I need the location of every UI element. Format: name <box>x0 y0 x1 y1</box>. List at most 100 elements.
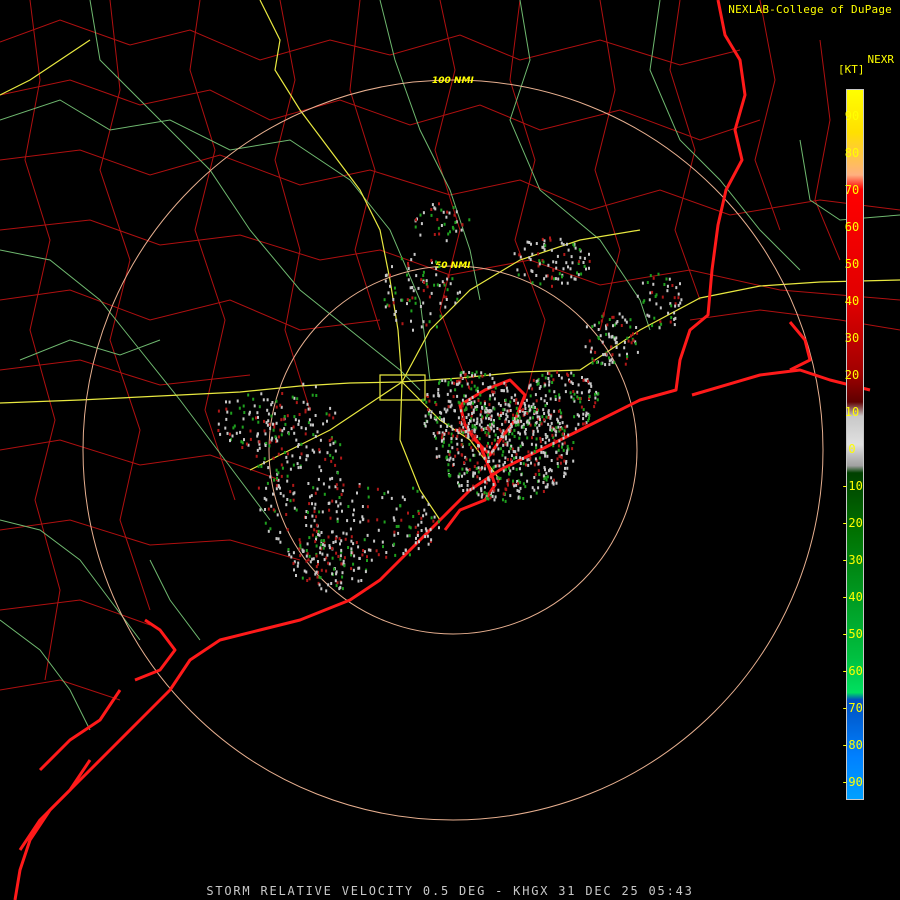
echo-gate <box>339 554 342 558</box>
echo-gate <box>677 296 680 300</box>
echo-gate <box>423 508 426 512</box>
echo-gate <box>565 461 567 465</box>
echo-gate <box>383 492 386 496</box>
echo-gate <box>548 372 551 376</box>
echo-gate <box>496 412 499 416</box>
echo-gate <box>529 394 532 398</box>
echo-gate <box>555 260 558 264</box>
echo-gate <box>224 426 227 430</box>
echo-gate <box>515 420 518 424</box>
echo-gate <box>468 371 471 374</box>
echo-gate <box>560 241 563 245</box>
echo-gate <box>474 373 477 377</box>
echo-gate <box>476 389 479 393</box>
echo-gate <box>572 441 575 444</box>
echo-gate <box>572 243 575 246</box>
echo-gate <box>444 379 447 383</box>
echo-gate <box>296 462 299 466</box>
echo-gate <box>478 444 480 448</box>
echo-gate <box>397 524 400 528</box>
echo-gate <box>497 436 500 440</box>
echo-gate <box>426 420 429 424</box>
echo-gate <box>383 298 386 302</box>
echo-gate <box>447 469 450 473</box>
echo-gate <box>456 379 458 383</box>
echo-gate <box>506 443 509 447</box>
echo-gate <box>529 408 532 412</box>
echo-gate <box>267 466 270 470</box>
echo-gate <box>367 495 370 499</box>
echo-gate <box>320 539 323 543</box>
echo-gate <box>504 398 507 402</box>
echo-gate <box>422 301 425 305</box>
echo-gate <box>530 442 533 446</box>
echo-gate <box>554 277 557 281</box>
echo-gate <box>574 277 577 281</box>
echo-gate <box>438 284 441 288</box>
echo-gate <box>361 515 364 519</box>
echo-gate <box>440 418 443 422</box>
echo-gate <box>501 453 504 457</box>
echo-gate <box>588 259 591 263</box>
echo-gate <box>515 456 518 460</box>
echo-gate <box>536 429 539 433</box>
echo-gate <box>556 254 559 258</box>
echo-gate <box>523 273 526 277</box>
echo-gate <box>255 454 258 458</box>
echo-gate <box>408 299 411 303</box>
echo-gate <box>318 510 321 514</box>
echo-gate <box>449 450 452 454</box>
echo-gate <box>522 462 525 466</box>
echo-gate <box>322 422 325 426</box>
echo-gate <box>478 477 481 481</box>
echo-gate <box>394 291 397 295</box>
echo-gate <box>456 428 459 432</box>
echo-gate <box>304 516 307 519</box>
echo-gate <box>265 498 268 502</box>
echo-gate <box>454 388 457 392</box>
echo-gate <box>485 496 488 500</box>
echo-gate <box>670 304 673 308</box>
echo-gate <box>307 407 310 411</box>
echo-gate <box>492 466 495 470</box>
echo-gate <box>393 530 396 534</box>
colorbar-tick: -90 <box>841 775 863 789</box>
echo-gate <box>491 390 494 394</box>
echo-gate <box>524 432 527 436</box>
echo-gate <box>469 488 472 492</box>
echo-gate <box>491 441 493 445</box>
echo-gate <box>308 577 311 581</box>
echo-gate <box>651 324 654 328</box>
echo-gate <box>452 462 455 466</box>
echo-gate <box>235 431 238 435</box>
echo-gate <box>506 482 509 486</box>
echo-gate <box>483 467 486 471</box>
echo-gate <box>452 395 455 399</box>
echo-gate <box>427 502 430 506</box>
echo-gate <box>478 375 481 379</box>
echo-gate <box>406 534 409 538</box>
echo-gate <box>289 499 292 503</box>
echo-gate <box>509 426 512 430</box>
echo-gate <box>415 274 418 278</box>
echo-gate <box>347 546 350 549</box>
echo-gate <box>543 412 546 415</box>
echo-gate <box>456 394 459 398</box>
echo-gate <box>553 390 556 394</box>
echo-gate <box>652 276 655 280</box>
echo-gate <box>515 406 518 410</box>
echo-gate <box>522 408 524 412</box>
echo-gate <box>229 432 231 436</box>
echo-gate <box>309 560 312 564</box>
echo-gate <box>547 263 550 267</box>
echo-gate <box>563 441 566 445</box>
echo-gate <box>517 482 520 486</box>
echo-gate <box>446 424 449 428</box>
echo-gate <box>508 466 510 470</box>
echo-gate <box>585 411 588 415</box>
echo-gate <box>488 435 491 439</box>
echo-gate <box>478 423 481 427</box>
echo-gate <box>402 552 405 555</box>
echo-gate <box>283 451 286 454</box>
echo-gate <box>538 423 541 427</box>
